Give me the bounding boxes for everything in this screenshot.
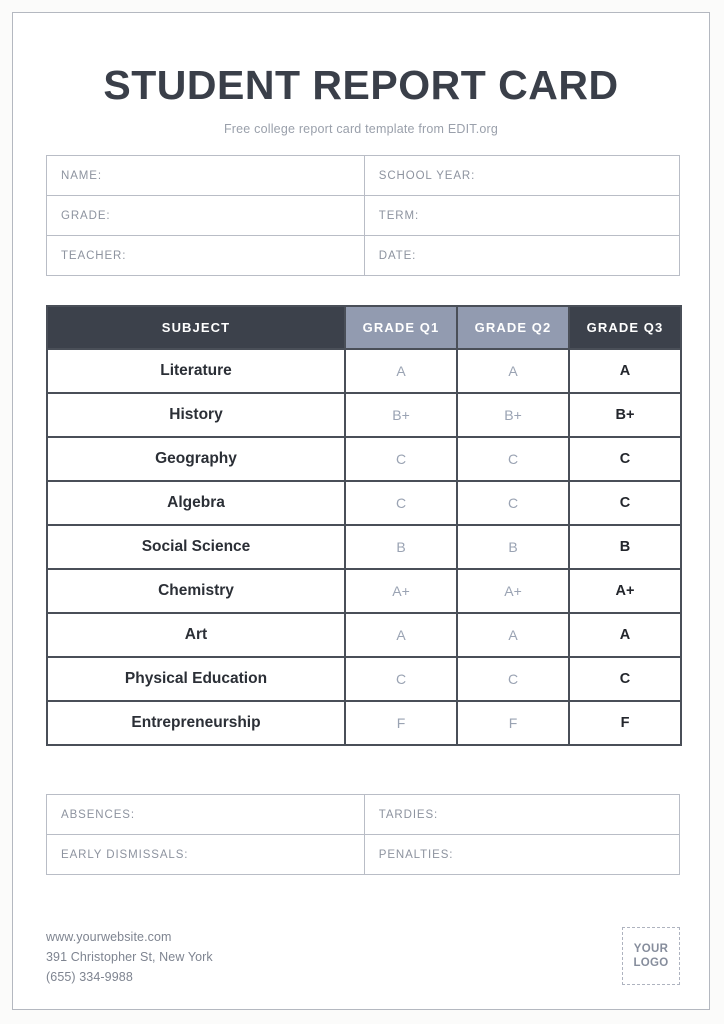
table-row: Literature A A A [46,348,682,394]
cell-subject: Literature [46,348,346,394]
cell-grade-q3[interactable]: B+ [568,392,682,438]
logo-text-line2: LOGO [633,957,669,969]
cell-grade-q3[interactable]: B [568,524,682,570]
info-label-name: NAME: [61,169,102,182]
info-row: NAME: SCHOOL YEAR: [47,156,680,196]
cell-grade-q3[interactable]: F [568,700,682,746]
page-subtitle: Free college report card template from E… [223,122,499,136]
info-field-date[interactable]: DATE: [364,236,680,276]
cell-grade-q2[interactable]: A [456,348,570,394]
attendance-field-absences[interactable]: ABSENCES: [47,795,365,835]
table-row: Art A A A [46,612,682,658]
attendance-label-penalties: PENALTIES: [378,848,454,861]
footer-contact-block: www.yourwebsite.com 391 Christopher St, … [46,921,213,987]
cell-grade-q1[interactable]: F [344,700,458,746]
info-label-date: DATE: [378,249,417,262]
attendance-field-early-dismissals[interactable]: EARLY DISMISSALS: [47,835,365,875]
info-label-grade: GRADE: [61,209,111,222]
attendance-label-absences: ABSENCES: [61,808,135,821]
info-field-term[interactable]: TERM: [364,196,680,236]
info-row: GRADE: TERM: [47,196,680,236]
info-row: TEACHER: DATE: [47,236,680,276]
footer-address: 391 Christopher St, New York [46,950,213,964]
cell-grade-q2[interactable]: C [456,480,570,526]
attendance-info-grid: ABSENCES: TARDIES: EARLY DISMISSALS: PEN… [46,794,680,875]
info-label-school-year: SCHOOL YEAR: [378,169,476,182]
cell-grade-q3[interactable]: C [568,480,682,526]
column-header-grade-q3: GRADE Q3 [568,305,682,350]
table-row: Algebra C C C [46,480,682,526]
cell-grade-q3[interactable]: C [568,436,682,482]
cell-grade-q3[interactable]: C [568,656,682,702]
cell-subject: Social Science [46,524,346,570]
cell-grade-q1[interactable]: A [344,348,458,394]
attendance-row: ABSENCES: TARDIES: [47,795,680,835]
cell-grade-q1[interactable]: C [344,436,458,482]
cell-subject: Entrepreneurship [46,700,346,746]
table-row: Entrepreneurship F F F [46,700,682,746]
student-info-grid: NAME: SCHOOL YEAR: GRADE: TERM: TEACHER:… [46,155,680,276]
page-title: STUDENT REPORT CARD [103,62,619,108]
footer-phone: (655) 334-9988 [46,970,133,984]
info-field-teacher[interactable]: TEACHER: [47,236,365,276]
report-card-page: STUDENT REPORT CARD Free college report … [12,12,710,1010]
cell-grade-q2[interactable]: B+ [456,392,570,438]
attendance-row: EARLY DISMISSALS: PENALTIES: [47,835,680,875]
cell-grade-q1[interactable]: B [344,524,458,570]
table-row: Social Science B B B [46,524,682,570]
cell-grade-q2[interactable]: A [456,612,570,658]
cell-grade-q2[interactable]: A+ [456,568,570,614]
table-header-row: SUBJECT GRADE Q1 GRADE Q2 GRADE Q3 [46,305,682,350]
attendance-label-early-dismissals: EARLY DISMISSALS: [61,848,189,861]
grades-table-body: Literature A A A History B+ B+ B+ Geogra… [46,348,682,746]
info-field-school-year[interactable]: SCHOOL YEAR: [364,156,680,196]
cell-grade-q1[interactable]: C [344,480,458,526]
cell-subject: History [46,392,346,438]
logo-placeholder[interactable]: YOUR LOGO [622,927,680,985]
column-header-grade-q1: GRADE Q1 [344,305,458,350]
footer: www.yourwebsite.com 391 Christopher St, … [46,921,680,987]
table-row: Chemistry A+ A+ A+ [46,568,682,614]
column-header-subject: SUBJECT [46,305,346,350]
footer-website[interactable]: www.yourwebsite.com [46,927,213,947]
info-label-term: TERM: [378,209,420,222]
grades-table-head: SUBJECT GRADE Q1 GRADE Q2 GRADE Q3 [46,305,682,350]
cell-grade-q1[interactable]: B+ [344,392,458,438]
cell-subject: Geography [46,436,346,482]
info-field-name[interactable]: NAME: [47,156,365,196]
logo-text-line1: YOUR [633,943,669,955]
info-field-grade[interactable]: GRADE: [47,196,365,236]
grades-table: SUBJECT GRADE Q1 GRADE Q2 GRADE Q3 Liter… [46,305,682,746]
table-row: Geography C C C [46,436,682,482]
attendance-field-tardies[interactable]: TARDIES: [364,795,680,835]
table-row: Physical Education C C C [46,656,682,702]
column-header-grade-q2: GRADE Q2 [456,305,570,350]
cell-subject: Algebra [46,480,346,526]
cell-grade-q2[interactable]: B [456,524,570,570]
attendance-label-tardies: TARDIES: [378,808,439,821]
cell-grade-q1[interactable]: A+ [344,568,458,614]
info-label-teacher: TEACHER: [61,249,127,262]
cell-subject: Art [46,612,346,658]
cell-grade-q1[interactable]: A [344,612,458,658]
cell-subject: Chemistry [46,568,346,614]
table-row: History B+ B+ B+ [46,392,682,438]
cell-subject: Physical Education [46,656,346,702]
cell-grade-q3[interactable]: A [568,348,682,394]
cell-grade-q2[interactable]: C [456,656,570,702]
cell-grade-q3[interactable]: A+ [568,568,682,614]
cell-grade-q1[interactable]: C [344,656,458,702]
cell-grade-q3[interactable]: A [568,612,682,658]
attendance-field-penalties[interactable]: PENALTIES: [364,835,680,875]
cell-grade-q2[interactable]: C [456,436,570,482]
cell-grade-q2[interactable]: F [456,700,570,746]
